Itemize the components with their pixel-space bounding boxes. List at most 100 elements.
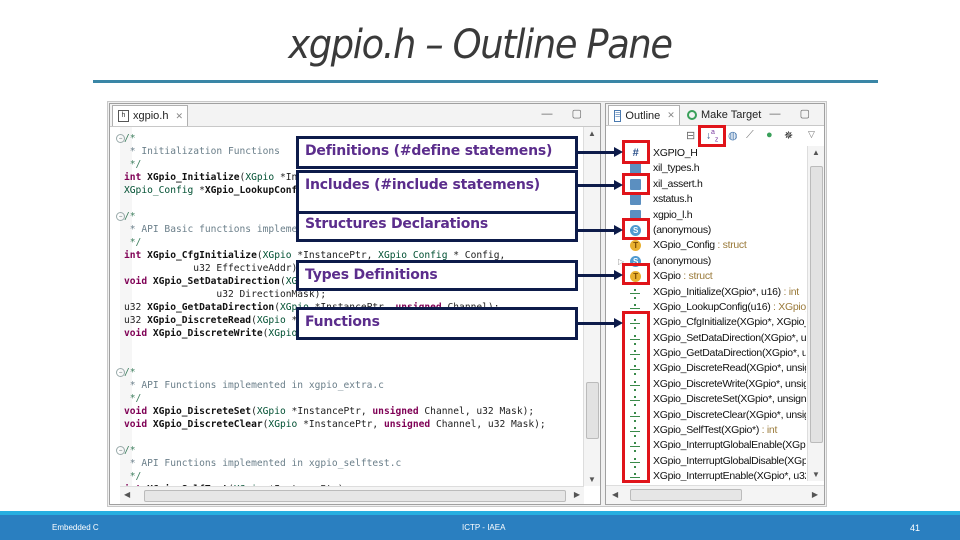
connector-line: [578, 151, 618, 154]
scroll-left-icon[interactable]: ◀: [612, 490, 618, 499]
outline-horizontal-thumb[interactable]: [630, 489, 742, 501]
scroll-down-icon[interactable]: ▼: [588, 475, 596, 484]
editor-tab-bar: h xgpio.h ✕ — ▢: [110, 104, 600, 127]
callout-definitions-label: Definitions (#define statemens): [305, 143, 553, 159]
outline-window-controls[interactable]: — ▢: [770, 107, 818, 120]
hide-static-icon[interactable]: ⟋: [746, 129, 754, 142]
editor-tab-label: xgpio.h: [133, 110, 169, 122]
code-token: *InstancePtr,: [285, 406, 373, 417]
fold-toggle-icon[interactable]: −: [116, 368, 125, 377]
outline-item-type: : struct: [714, 239, 747, 252]
outline-vertical-scrollbar[interactable]: ▲ ▼: [807, 146, 824, 481]
arrow-icon: [614, 225, 623, 235]
code-line[interactable]: −/*: [116, 444, 574, 457]
code-token: u32: [124, 315, 148, 326]
code-token: unsigned: [372, 406, 419, 417]
hide-macros-icon[interactable]: ✵: [784, 129, 793, 142]
outline-item-name: (anonymous): [653, 223, 711, 236]
code-token: XGpio_DiscreteRead: [147, 315, 252, 326]
code-token: Channel, u32 Mask);: [418, 406, 535, 417]
hide-non-public-icon[interactable]: ●: [766, 129, 773, 141]
code-token: XGpio: [268, 419, 298, 430]
code-token: * Initialization Functions: [124, 146, 280, 157]
hide-fields-icon[interactable]: ◍: [728, 129, 738, 142]
outline-item-name: XGpio_LookupConfig(u16): [653, 300, 771, 313]
code-token: * API Functions implemented in xgpio_ext…: [124, 380, 384, 391]
code-token: *: [193, 185, 205, 196]
code-token: void: [124, 328, 148, 339]
code-token: void: [124, 419, 148, 430]
tab-make-target-label: Make Target: [701, 109, 762, 121]
scroll-left-icon[interactable]: ◀: [124, 490, 130, 499]
scroll-right-icon[interactable]: ▶: [812, 490, 818, 499]
editor-vertical-thumb[interactable]: [586, 382, 599, 439]
slide-title: xgpio.h – Outline Pane: [288, 22, 673, 68]
code-line[interactable]: */: [124, 392, 574, 405]
code-line[interactable]: * API Functions implemented in xgpio_ext…: [124, 379, 574, 392]
scroll-down-icon[interactable]: ▼: [812, 470, 820, 479]
outline-tab-bar: ☰ Outline ✕ Make Target — ▢: [606, 104, 824, 126]
arrow-icon: [614, 270, 623, 280]
callout-definitions: Definitions (#define statemens): [296, 136, 578, 169]
close-tab-icon[interactable]: ✕: [667, 110, 675, 121]
outline-item-name: XGpio_InterruptGlobalEnable(XGpio*): [653, 439, 806, 452]
code-line[interactable]: */: [124, 470, 574, 483]
outline-item-name: XGpio_GetDataDirection(XGpio*, unsigned): [653, 347, 806, 360]
fold-toggle-icon[interactable]: −: [116, 212, 125, 221]
code-token: /*: [124, 133, 136, 144]
callout-functions: Functions: [296, 307, 578, 340]
outline-item-name: xil_assert.h: [653, 177, 703, 190]
outline-item-name: XGpio_DiscreteWrite(XGpio*, unsigned, u3…: [653, 377, 806, 390]
code-line[interactable]: void XGpio_DiscreteSet(XGpio *InstancePt…: [124, 405, 574, 418]
code-line[interactable]: [124, 431, 574, 444]
view-menu-icon[interactable]: ▽: [808, 129, 815, 140]
editor-horizontal-thumb[interactable]: [144, 490, 566, 502]
code-line[interactable]: void XGpio_DiscreteClear(XGpio *Instance…: [124, 418, 574, 431]
outline-item[interactable]: XGpio_Initialize(XGpio*, u16) : int: [606, 285, 806, 300]
code-token: Channel, u32 Mask);: [430, 419, 546, 430]
include-icon: [630, 194, 641, 206]
code-token: /*: [124, 367, 136, 378]
outline-item-name: XGpio_InterruptEnable(XGpio*, u32): [653, 470, 806, 481]
scroll-up-icon[interactable]: ▲: [588, 129, 596, 138]
code-line[interactable]: * API Functions implemented in xgpio_sel…: [124, 457, 574, 470]
outline-horizontal-scrollbar[interactable]: ◀ ▶: [606, 485, 824, 504]
highlight-struct-icon: [622, 218, 650, 240]
highlight-function-icons: [622, 311, 650, 483]
editor-vertical-scrollbar[interactable]: ▲ ▼: [583, 127, 600, 486]
code-token: XGpio_LookupConfig: [204, 185, 309, 196]
code-line[interactable]: [124, 353, 574, 366]
arrow-icon: [614, 318, 623, 328]
footer-course: Embedded C: [52, 523, 99, 532]
code-token: /*: [124, 445, 136, 456]
code-token: XGpio: [256, 315, 286, 326]
close-tab-icon[interactable]: ✕: [175, 111, 183, 122]
outline-item[interactable]: T XGpio_Config : struct: [606, 238, 806, 253]
editor-tab-xgpio-h[interactable]: h xgpio.h ✕: [112, 105, 188, 126]
code-token: XGpio: [256, 406, 286, 417]
editor-window-controls[interactable]: — ▢: [542, 107, 590, 120]
fold-toggle-icon[interactable]: −: [116, 446, 125, 455]
code-line[interactable]: −/*: [116, 366, 574, 379]
code-line[interactable]: [124, 340, 574, 353]
code-token: XGpio_CfgInitialize: [147, 250, 257, 261]
callout-includes: Includes (#include statemens): [296, 170, 578, 214]
scroll-right-icon[interactable]: ▶: [574, 490, 580, 499]
code-token: XGpio: [245, 172, 275, 183]
footer-organization: ICTP - IAEA: [462, 523, 506, 532]
tab-make-target[interactable]: Make Target: [682, 105, 772, 125]
collapse-all-icon[interactable]: ⊟: [686, 129, 695, 142]
editor-horizontal-scrollbar[interactable]: ◀ ▶: [120, 486, 584, 504]
outline-item-name: XGPIO_H: [653, 147, 698, 159]
function-icon: [630, 303, 640, 314]
highlight-define-icon: [622, 140, 650, 164]
scroll-up-icon[interactable]: ▲: [812, 148, 820, 157]
highlight-typedef-icon: [622, 263, 650, 285]
outline-vertical-thumb[interactable]: [810, 166, 823, 443]
make-target-icon: [687, 110, 697, 120]
fold-toggle-icon[interactable]: −: [116, 134, 125, 143]
code-token: */: [124, 393, 142, 404]
tab-outline[interactable]: ☰ Outline ✕: [608, 105, 680, 125]
connector-line: [578, 322, 618, 325]
code-token: void: [124, 406, 148, 417]
